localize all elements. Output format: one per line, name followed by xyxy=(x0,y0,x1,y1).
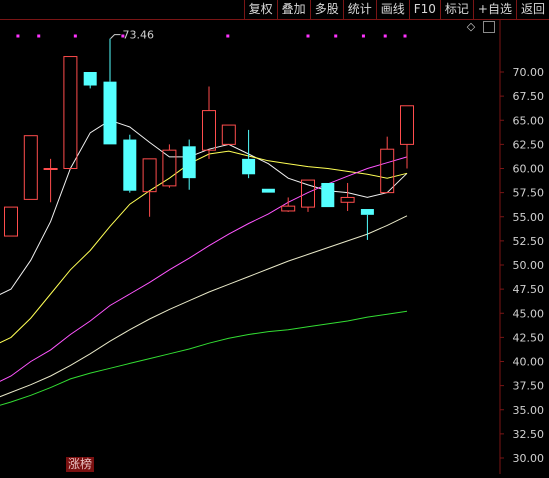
y-tick-label: 32.50 xyxy=(513,428,545,441)
y-tick-label: 67.50 xyxy=(513,90,545,103)
y-tick-label: 62.50 xyxy=(513,138,545,151)
ma-line-ma20 xyxy=(0,156,408,382)
candle-body-up xyxy=(400,105,414,145)
high-price-label: 73.46 xyxy=(123,29,155,42)
overlay-button[interactable]: 叠加 xyxy=(276,0,310,19)
candle-body-down xyxy=(321,182,335,208)
candle-body-down xyxy=(261,188,275,193)
candle-body-down xyxy=(103,81,117,145)
ma-line-ma120 xyxy=(0,310,408,406)
candle-body-down xyxy=(83,72,97,86)
y-tick-label: 45.00 xyxy=(513,307,545,320)
toolbar-buttons: 复权 叠加 多股 统计 画线 F10 标记 +自选 返回 xyxy=(243,0,549,19)
toolbar: 复权 叠加 多股 统计 画线 F10 标记 +自选 返回 xyxy=(0,0,549,20)
y-tick-label: 65.00 xyxy=(513,114,545,127)
candle-body-up xyxy=(221,124,236,145)
y-tick-label: 55.00 xyxy=(513,211,545,224)
multi-stock-button[interactable]: 多股 xyxy=(309,0,343,19)
kline-chart-area[interactable]: 70.00 67.50 65.00 62.50 60.00 57.50 55.00 52.50… xyxy=(0,20,549,474)
mark-button[interactable]: 标记 xyxy=(439,0,473,19)
marker-dot xyxy=(383,34,387,38)
marker-dot xyxy=(37,34,41,38)
f10-button[interactable]: F10 xyxy=(408,0,440,19)
diamond-icon[interactable]: ◇ xyxy=(465,21,477,33)
candle-body-up xyxy=(4,206,18,237)
candle-body-down xyxy=(360,209,374,215)
marker-dot xyxy=(306,34,310,38)
fuquan-button[interactable]: 复权 xyxy=(243,0,277,19)
marker-dot xyxy=(16,34,20,38)
statistics-button[interactable]: 统计 xyxy=(342,0,376,19)
candle-body-up xyxy=(142,158,157,193)
ma-line-ma60 xyxy=(0,215,408,398)
kline-chart[interactable]: 70.00 67.50 65.00 62.50 60.00 57.50 55.00 52.50… xyxy=(0,20,549,474)
annotation-leader xyxy=(110,34,121,39)
y-tick-label: 42.50 xyxy=(513,331,545,344)
y-tick-label: 40.00 xyxy=(513,356,545,369)
candle-body-up xyxy=(23,135,38,200)
candle-body-down xyxy=(242,158,256,175)
marker-dot xyxy=(361,34,365,38)
y-tick-label: 52.50 xyxy=(513,235,545,248)
candle-body-up xyxy=(281,205,296,212)
y-tick-label: 70.00 xyxy=(513,66,545,79)
marker-dot xyxy=(403,34,407,38)
y-tick-label: 35.00 xyxy=(513,404,545,417)
y-tick-label: 57.50 xyxy=(513,187,545,200)
candle-body-down xyxy=(182,146,196,179)
scroll-box-icon[interactable] xyxy=(483,21,495,33)
candle-body-up xyxy=(301,179,315,208)
candle-body-up xyxy=(380,148,395,194)
ma-line-ma5 xyxy=(0,119,408,296)
draw-line-button[interactable]: 画线 xyxy=(375,0,409,19)
marker-dot xyxy=(334,34,338,38)
candle-body-up xyxy=(63,56,78,170)
add-watchlist-button[interactable]: +自选 xyxy=(472,0,516,19)
candle-body-up xyxy=(340,196,355,203)
marker-dot xyxy=(73,34,77,38)
y-tick-label: 30.00 xyxy=(513,452,545,465)
marker-dot xyxy=(226,34,230,38)
candle-body-down xyxy=(123,139,137,191)
y-tick-label: 47.50 xyxy=(513,283,545,296)
y-tick-label: 50.00 xyxy=(513,259,545,272)
candle-body-up xyxy=(202,110,216,151)
y-tick-label: 60.00 xyxy=(513,163,545,176)
back-button[interactable]: 返回 xyxy=(515,0,549,19)
candle-body-up xyxy=(43,168,58,170)
y-tick-label: 37.50 xyxy=(513,380,545,393)
bottom-tag[interactable]: 涨榜 xyxy=(66,457,95,472)
